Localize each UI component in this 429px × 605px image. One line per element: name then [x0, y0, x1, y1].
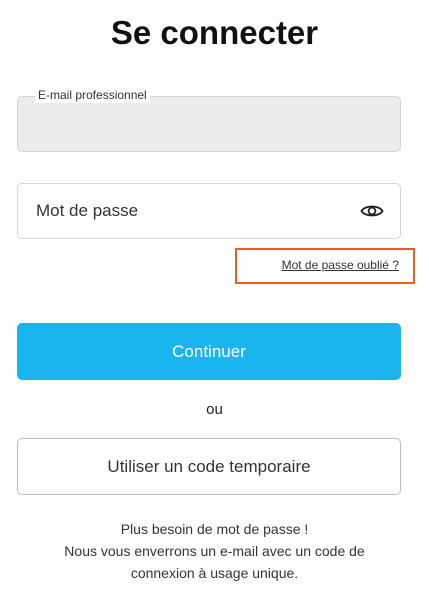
password-field[interactable]: Mot de passe: [17, 183, 401, 239]
forgot-password-highlight: Mot de passe oublié ?: [235, 248, 415, 284]
continue-button[interactable]: Continuer: [17, 323, 401, 380]
page-title: Se connecter: [110, 14, 319, 51]
temporary-code-button[interactable]: Utiliser un code temporaire: [17, 438, 401, 495]
info-line-2: Nous vous enverrons un e-mail avec un co…: [64, 543, 365, 559]
password-placeholder: Mot de passe: [36, 201, 139, 220]
info-line-1: Plus besoin de mot de passe !: [120, 521, 309, 537]
passwordless-info: Plus besoin de mot de passe ! Nous vous …: [0, 518, 429, 584]
or-separator: ou: [206, 401, 223, 418]
email-input[interactable]: [18, 97, 404, 153]
forgot-password-link[interactable]: Mot de passe oublié ?: [282, 258, 399, 272]
info-line-3: connexion à usage unique.: [130, 565, 299, 581]
email-field[interactable]: E-mail professionnel: [17, 87, 404, 153]
eye-icon[interactable]: [360, 202, 384, 220]
